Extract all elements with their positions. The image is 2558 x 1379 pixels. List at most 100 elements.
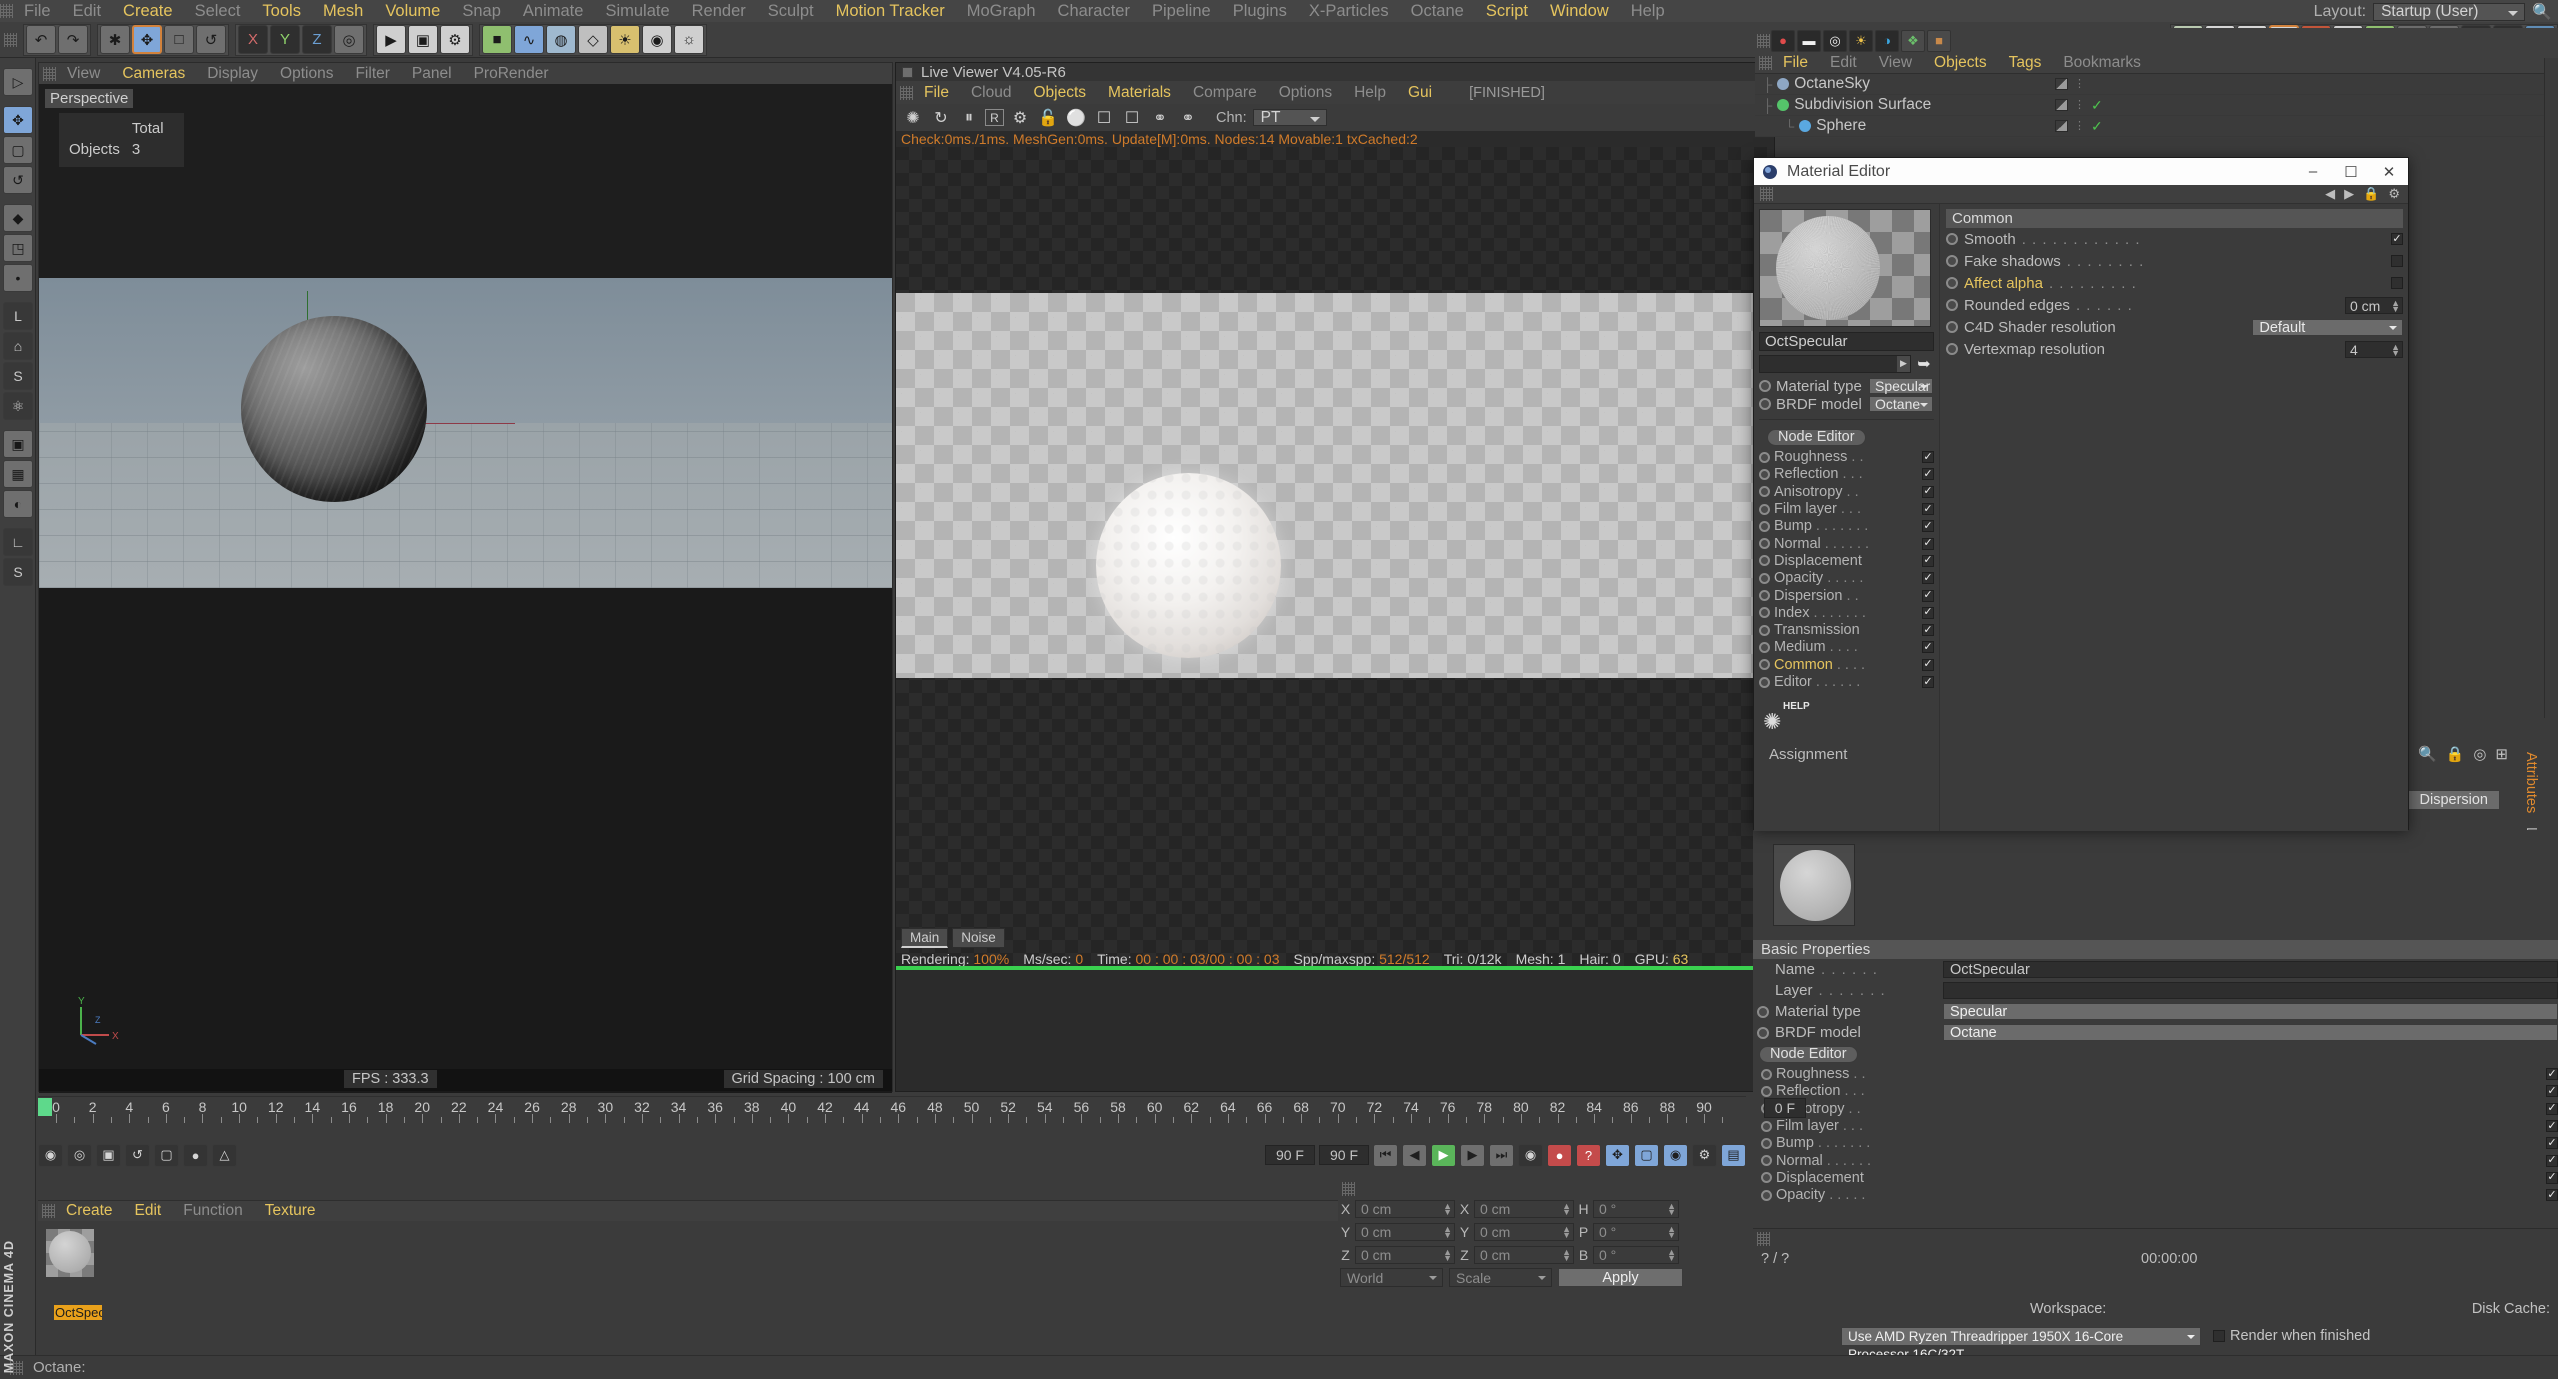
coord-z-button[interactable]: ◉ <box>1663 1143 1688 1167</box>
enabled-check-icon[interactable]: ✓ <box>2091 97 2103 114</box>
options-me-icon[interactable]: ⚙ <box>2388 186 2400 202</box>
viewport-solo-button[interactable]: ◐ <box>3 490 33 518</box>
viewport-menu-filter[interactable]: Filter <box>344 66 400 82</box>
bp-row-radio[interactable] <box>1757 1005 1769 1018</box>
keyframe-record-toggle[interactable]: ◉ <box>38 1143 63 1167</box>
close-icon[interactable]: ✕ <box>2370 158 2408 185</box>
common-row[interactable]: Fake shadows . . . . . . . . <box>1946 250 2403 272</box>
focus-picker-icon[interactable]: ⚭ <box>1148 106 1172 129</box>
channel-row[interactable]: Anisotropy . . ✓ <box>1761 1100 2558 1117</box>
menu-item-mesh[interactable]: Mesh <box>312 3 374 20</box>
live-viewer-menu-options[interactable]: Options <box>1268 85 1343 101</box>
row-number-field[interactable]: 4 ▲ ▼ <box>2345 340 2403 358</box>
material-picker-icon[interactable]: ⚭ <box>1176 106 1200 129</box>
measure-button[interactable]: ∟ <box>3 528 33 556</box>
channel-checkbox[interactable]: ✓ <box>1922 572 1934 585</box>
object-manager-menu-file[interactable]: File <box>1772 55 1819 71</box>
tab-main[interactable]: Main <box>901 928 949 948</box>
menu-item-create[interactable]: Create <box>112 3 184 20</box>
pick-pointer-icon[interactable]: ➥ <box>1914 354 1934 373</box>
spinner-icon[interactable]: ▲ ▼ <box>1562 1224 1571 1239</box>
frame-range-left-field[interactable]: 90 F <box>1264 1145 1315 1165</box>
region-render-icon[interactable]: R <box>985 109 1004 126</box>
coord-size-field[interactable]: 0 cm ▲ ▼ <box>1474 1245 1574 1264</box>
channel-row[interactable]: Bump . . . . . . . ✓ <box>1759 518 1934 535</box>
row-number-field[interactable]: 0 cm ▲ ▼ <box>2345 296 2403 314</box>
row-radio[interactable] <box>1946 321 1958 333</box>
object-row[interactable]: ├ Subdivision Surface ⋮ ✓ <box>1755 95 2558 116</box>
material-manager-menu-texture[interactable]: Texture <box>254 1203 327 1219</box>
menu-item-volume[interactable]: Volume <box>374 3 451 20</box>
bp-channel-radio[interactable] <box>1761 1085 1772 1097</box>
object-manager-menu-tags[interactable]: Tags <box>1998 55 2053 71</box>
row-radio[interactable] <box>1946 255 1958 267</box>
menu-item-window[interactable]: Window <box>1539 3 1620 20</box>
goto-end-button[interactable]: ⏭ <box>1489 1143 1514 1167</box>
bp-channel-radio[interactable] <box>1761 1137 1772 1149</box>
channel-checkbox[interactable]: ✓ <box>1922 537 1934 550</box>
move-tool-button[interactable]: ✥ <box>132 25 162 54</box>
undo-button[interactable]: ↶ <box>26 25 56 54</box>
channel-checkbox[interactable]: ✓ <box>1922 641 1934 654</box>
object-manager-menu-view[interactable]: View <box>1868 55 1923 71</box>
menu-item-mograph[interactable]: MoGraph <box>956 3 1047 20</box>
perspective-viewport[interactable]: View Cameras Display Options Filter Panel ProR… <box>38 62 893 1093</box>
row-dropdown[interactable]: Default <box>2252 318 2404 336</box>
prev-key-button[interactable]: ◀ <box>1402 1143 1427 1167</box>
menu-item-motion-tracker[interactable]: Motion Tracker <box>825 3 956 20</box>
basic-property-row[interactable]: BRDF model Octane <box>1753 1022 2558 1043</box>
spinner-icon[interactable]: ▲ ▼ <box>1443 1224 1452 1239</box>
common-row[interactable]: Rounded edges . . . . . . 0 cm ▲ ▼ <box>1946 294 2403 316</box>
key-param-toggle[interactable]: ● <box>183 1143 208 1167</box>
spinner-icon[interactable]: ▲ ▼ <box>1667 1224 1676 1239</box>
common-row[interactable]: C4D Shader resolution Default <box>1946 316 2404 338</box>
object-manager-grip[interactable] <box>1759 56 1772 70</box>
row-checkbox[interactable]: ✓ <box>2391 233 2403 245</box>
me-channel-radio[interactable] <box>1759 572 1770 584</box>
menu-item-sculpt[interactable]: Sculpt <box>757 3 825 20</box>
visibility-dots-icon[interactable] <box>2055 99 2068 111</box>
search-expand-icon[interactable]: ▶ <box>1897 355 1910 372</box>
me-channel-radio[interactable] <box>1759 590 1770 602</box>
bp-channel-radio[interactable] <box>1761 1172 1772 1184</box>
menu-item-x-particles[interactable]: X-Particles <box>1298 3 1400 20</box>
channel-row[interactable]: Dispersion . . ✓ <box>1759 587 1934 604</box>
live-viewer-menu-cloud[interactable]: Cloud <box>960 85 1023 101</box>
material-type-radio[interactable] <box>1759 380 1771 392</box>
channel-checkbox[interactable]: ✓ <box>2546 1137 2558 1150</box>
brdf-radio[interactable] <box>1759 398 1771 410</box>
bp-node-editor-button[interactable]: Node Editor <box>1759 1045 1858 1063</box>
viewport-menu-display[interactable]: Display <box>196 66 269 82</box>
object-manager-menu-edit[interactable]: Edit <box>1819 55 1868 71</box>
channel-row[interactable]: Normal . . . . . . ✓ <box>1761 1152 2558 1169</box>
spinner-icon[interactable]: ▲ ▼ <box>1667 1247 1676 1262</box>
coord-size-field[interactable]: 0 cm ▲ ▼ <box>1474 1199 1574 1218</box>
brdf-dropdown[interactable]: Octane <box>1869 396 1933 412</box>
channel-checkbox[interactable]: ✓ <box>1922 658 1934 671</box>
select-tool-button[interactable]: ▷ <box>3 68 33 96</box>
octane-help-icon[interactable]: ✺ <box>1763 710 1934 732</box>
spline-button[interactable]: ∿ <box>514 25 544 54</box>
material-preview-icon[interactable]: ⚪ <box>1064 106 1088 129</box>
move-tool-left-button[interactable]: ✥ <box>3 106 33 134</box>
me-channel-radio[interactable] <box>1759 641 1770 653</box>
key-pla-toggle[interactable]: △ <box>212 1143 237 1167</box>
material-manager-grip[interactable] <box>42 1204 55 1218</box>
octane-camera-icon[interactable]: ● <box>1771 29 1795 52</box>
channel-row[interactable]: Film layer . . . ✓ <box>1759 500 1934 517</box>
deformer-button[interactable]: ◇ <box>578 25 608 54</box>
visibility-dots-icon[interactable] <box>2055 78 2068 90</box>
key-rotation-toggle[interactable]: ↺ <box>125 1143 150 1167</box>
channel-checkbox[interactable]: ✓ <box>2546 1068 2558 1081</box>
right-scroll-strip[interactable] <box>2544 58 2558 718</box>
search-icon[interactable]: 🔍 <box>2532 2 2552 22</box>
render-view-button[interactable]: ▶ <box>376 25 406 54</box>
channel-checkbox[interactable]: ✓ <box>1922 503 1934 516</box>
snap-button[interactable]: S <box>3 362 33 390</box>
material-type-dropdown[interactable]: Specular <box>1869 378 1933 394</box>
coordinate-mode-dropdown[interactable]: Scale <box>1449 1268 1552 1287</box>
channel-checkbox[interactable]: ✓ <box>1922 520 1934 533</box>
channel-row[interactable]: Roughness . . ✓ <box>1761 1066 2558 1083</box>
me-channel-radio[interactable] <box>1759 468 1770 480</box>
channel-row[interactable]: Displacement ✓ <box>1759 552 1934 569</box>
